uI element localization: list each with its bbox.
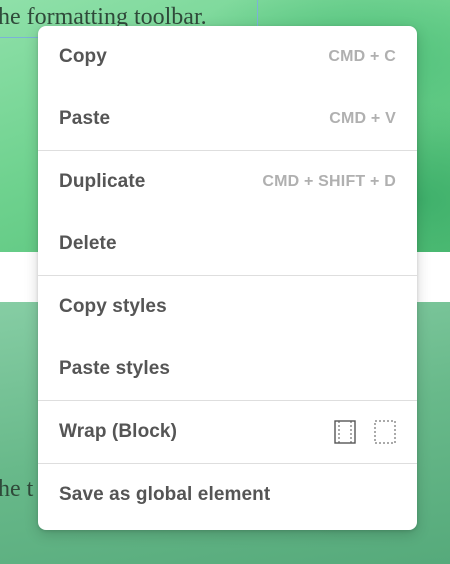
menu-item-label: Save as global element	[59, 484, 271, 505]
menu-item-paste[interactable]: Paste CMD + V	[38, 88, 417, 150]
menu-group-wrap: Wrap (Block)	[38, 401, 417, 464]
menu-item-label: Paste	[59, 108, 111, 129]
menu-item-label: Duplicate	[59, 171, 146, 192]
menu-item-copy[interactable]: Copy CMD + C	[38, 26, 417, 88]
menu-item-label: Copy styles	[59, 296, 167, 317]
menu-item-label: Delete	[59, 233, 117, 254]
menu-item-shortcut: CMD + V	[329, 110, 396, 127]
menu-group-clipboard: Copy CMD + C Paste CMD + V	[38, 26, 417, 151]
menu-item-save-global[interactable]: Save as global element	[38, 464, 417, 526]
menu-group-styles: Copy styles Paste styles	[38, 276, 417, 401]
menu-item-duplicate[interactable]: Duplicate CMD + SHIFT + D	[38, 151, 417, 213]
menu-item-shortcut: CMD + C	[328, 48, 396, 65]
menu-item-wrap-block[interactable]: Wrap (Block)	[38, 401, 417, 463]
wrap-block-solid-icon[interactable]	[334, 420, 356, 444]
menu-item-shortcut: CMD + SHIFT + D	[262, 173, 396, 190]
wrap-options	[334, 420, 396, 444]
menu-item-label: Copy	[59, 46, 107, 67]
menu-group-element: Duplicate CMD + SHIFT + D Delete	[38, 151, 417, 276]
canvas-text-bottom[interactable]: he t	[0, 476, 33, 503]
menu-item-copy-styles[interactable]: Copy styles	[38, 276, 417, 338]
menu-item-delete[interactable]: Delete	[38, 213, 417, 275]
wrap-block-dotted-icon[interactable]	[374, 420, 396, 444]
context-menu: Copy CMD + C Paste CMD + V Duplicate CMD…	[38, 26, 417, 530]
menu-item-label: Wrap (Block)	[59, 421, 178, 442]
menu-group-global: Save as global element	[38, 464, 417, 526]
menu-item-label: Paste styles	[59, 358, 171, 379]
menu-item-paste-styles[interactable]: Paste styles	[38, 338, 417, 400]
